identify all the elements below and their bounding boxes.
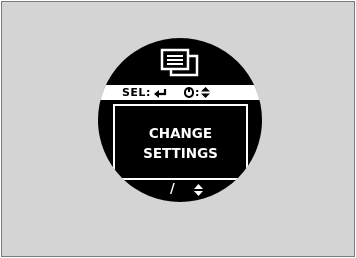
up-down-arrows-icon xyxy=(201,87,210,98)
menu-screen-icon xyxy=(160,48,199,77)
selector-label: SEL: xyxy=(122,86,151,99)
menu-title-line2: SETTINGS xyxy=(143,146,218,162)
selector-colon: : xyxy=(195,86,200,99)
display-dial: SEL: : CHANGE SETTINGS / xyxy=(98,38,262,202)
menu-title-line1: CHANGE xyxy=(148,126,213,142)
footer-slash: / xyxy=(170,182,175,197)
knob-icon xyxy=(184,87,194,98)
menu-title: CHANGE SETTINGS xyxy=(115,124,246,164)
enter-arrow-icon xyxy=(154,89,167,98)
selector-bar: SEL: : xyxy=(98,85,262,100)
up-down-arrows-icon xyxy=(194,184,203,196)
menu-panel[interactable]: CHANGE SETTINGS xyxy=(113,104,248,180)
screenshot-frame: SEL: : CHANGE SETTINGS / xyxy=(1,1,355,257)
